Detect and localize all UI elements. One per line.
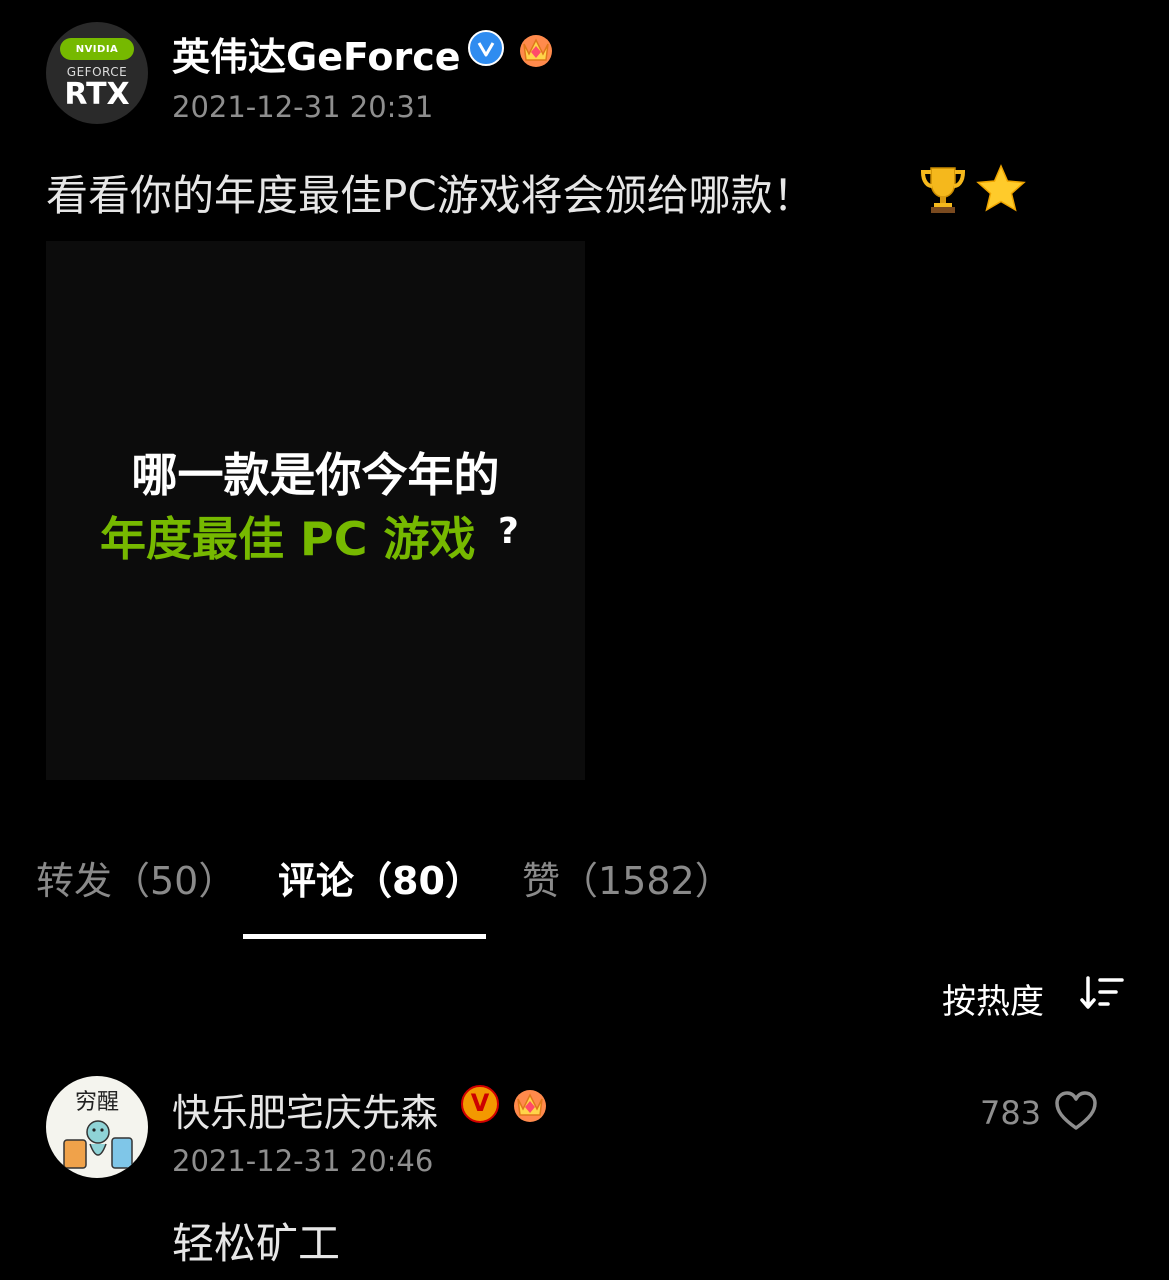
avatar-illustration [63,1120,133,1169]
star-icon [976,164,1026,212]
image-question-mark: ? [498,511,519,552]
nvidia-logo: NVIDIA [60,38,134,60]
weibo-post-page: NVIDIA GEFORCE RTX 英伟达GeForce 2021-12-31… [0,0,1169,1280]
commenter-avatar[interactable]: 穷醒 [46,1076,148,1178]
trophy-icon [920,167,966,213]
vip-crown-icon [520,35,552,67]
post-text: 看看你的年度最佳PC游戏将会颁给哪款！ [46,171,815,220]
comment-timestamp: 2021-12-31 20:46 [172,1144,434,1178]
verified-badge-letter: V [470,1089,490,1117]
tab-reposts[interactable]: 转发（50） [36,850,236,905]
heart-icon[interactable] [1054,1090,1098,1132]
comment-text: 轻松矿工 [172,1219,341,1268]
author-name[interactable]: 英伟达GeForce [172,26,461,81]
post-image[interactable]: 哪一款是你今年的 年度最佳 PC 游戏 ? [46,241,585,780]
vip-crown-icon [514,1090,546,1122]
author-avatar[interactable]: NVIDIA GEFORCE RTX [46,22,148,124]
avatar-caption: 穷醒 [74,1090,119,1115]
tab-comments[interactable]: 评论（80） [278,850,483,905]
verified-blue-icon [468,30,504,66]
tab-likes[interactable]: 赞（1582） [522,850,733,905]
active-tab-indicator [243,934,486,939]
sort-icon[interactable] [1080,976,1124,1012]
sort-by-hot-button[interactable]: 按热度 [942,974,1044,1023]
image-text-line1: 哪一款是你今年的 [131,448,500,502]
image-text-line2: 年度最佳 PC 游戏 [100,512,476,566]
post-timestamp: 2021-12-31 20:31 [172,90,434,124]
avatar-line2: RTX [64,77,130,112]
comment-like-count: 783 [980,1094,1042,1132]
commenter-name[interactable]: 快乐肥宅庆先森 [172,1082,438,1137]
verified-orange-icon: V [461,1085,499,1123]
